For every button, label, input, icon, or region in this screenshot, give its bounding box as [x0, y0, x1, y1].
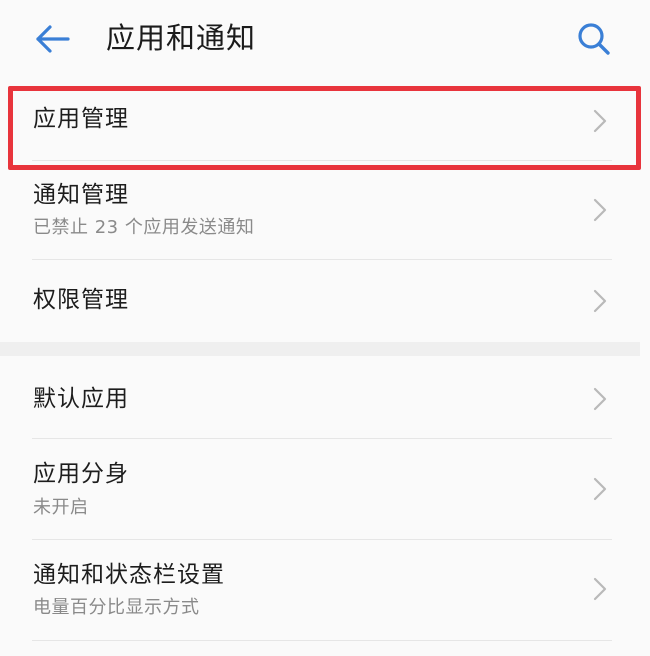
list-item-title: 权限管理	[33, 287, 129, 313]
list-item-title: 应用管理	[33, 106, 129, 132]
divider	[32, 640, 612, 641]
list-item-title: 通知管理	[33, 182, 129, 208]
chevron-right-icon	[593, 387, 607, 411]
list-item-permission-management[interactable]: 权限管理	[0, 260, 650, 342]
list-item-title: 通知和状态栏设置	[33, 562, 225, 588]
list-item-default-apps[interactable]: 默认应用	[0, 356, 650, 438]
search-icon	[578, 23, 610, 55]
list-item-subtitle: 已禁止 23 个应用发送通知	[33, 217, 255, 238]
chevron-right-icon	[593, 109, 607, 133]
settings-page: 应用和通知 应用管理 通知管理 已禁止 23 个应用发送通知 权限管理 默认应用…	[0, 0, 650, 656]
list-item-title: 应用分身	[33, 461, 129, 487]
list-item-subtitle: 未开启	[33, 497, 89, 518]
top-app-bar: 应用和通知	[0, 0, 650, 74]
list-item-notification-management[interactable]: 通知管理 已禁止 23 个应用发送通知	[0, 161, 650, 259]
list-item-app-management[interactable]: 应用管理	[0, 86, 650, 170]
chevron-right-icon	[593, 577, 607, 601]
search-button[interactable]	[572, 17, 614, 59]
section-divider	[0, 342, 640, 356]
chevron-right-icon	[593, 198, 607, 222]
chevron-right-icon	[593, 289, 607, 313]
chevron-right-icon	[593, 477, 607, 501]
list-item-notification-statusbar-settings[interactable]: 通知和状态栏设置 电量百分比显示方式	[0, 540, 650, 640]
arrow-left-icon	[36, 25, 70, 53]
list-item-subtitle: 电量百分比显示方式	[33, 597, 200, 618]
page-title: 应用和通知	[106, 21, 257, 55]
list-item-app-twin[interactable]: 应用分身 未开启	[0, 439, 650, 539]
back-button[interactable]	[32, 18, 74, 60]
list-item-title: 默认应用	[33, 386, 129, 412]
